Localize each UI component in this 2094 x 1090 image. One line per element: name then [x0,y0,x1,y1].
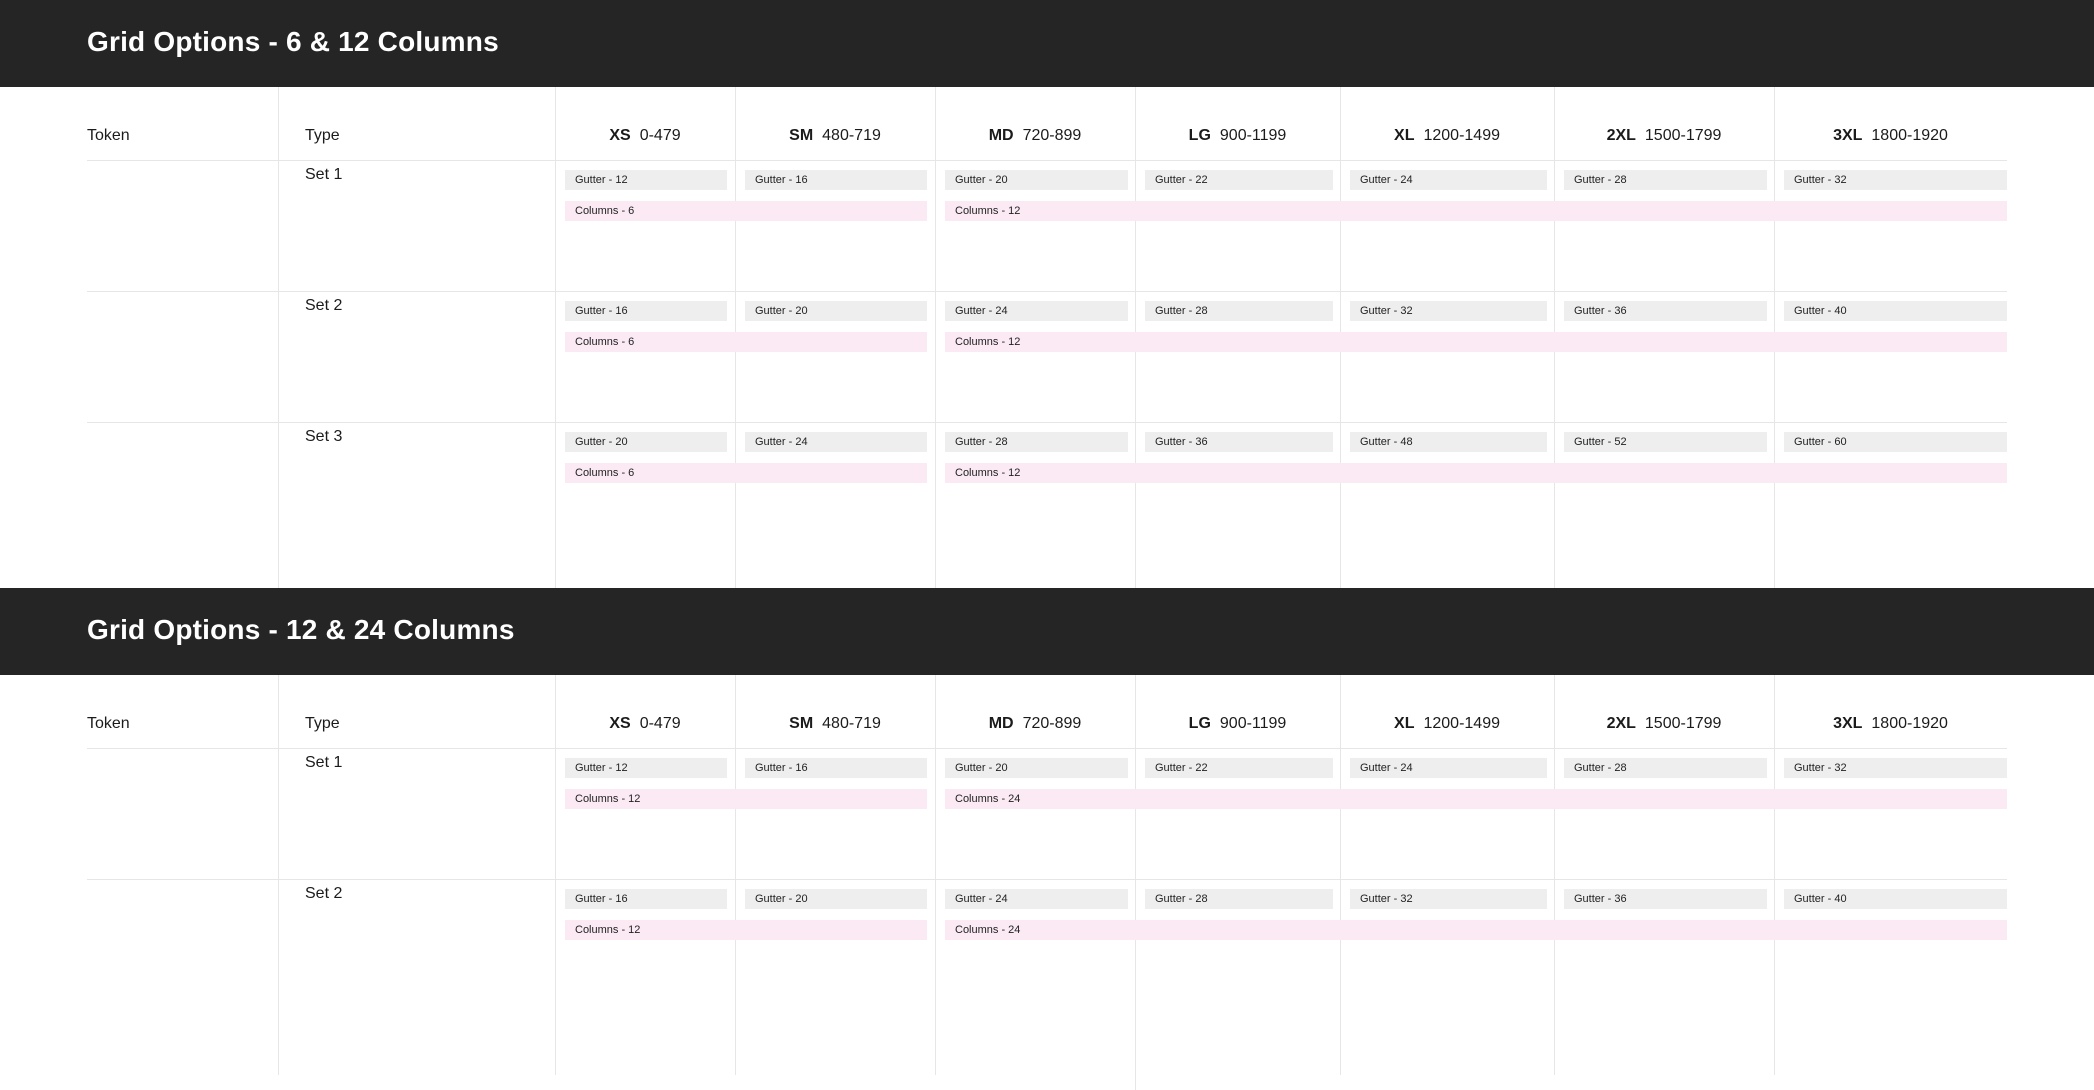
gutter-cell: Gutter - 12 [565,170,727,190]
gutter-cell: Gutter - 24 [1350,758,1547,778]
gutter-cell: Gutter - 28 [1564,758,1767,778]
column-divider [278,675,279,1075]
column-divider [935,87,936,588]
gutter-cell: Gutter - 36 [1564,301,1767,321]
token-header: Token [87,715,130,732]
gutter-cell: Gutter - 22 [1145,170,1333,190]
gutter-cell: Gutter - 28 [1145,301,1333,321]
gutter-cell: Gutter - 40 [1784,889,2007,909]
breakpoint-header-xl: XL 1200-1499 [1394,715,1500,732]
gutter-cell: Gutter - 24 [1350,170,1547,190]
columns-bar-large: Columns - 12 [945,463,2007,483]
gutter-cell: Gutter - 48 [1350,432,1547,452]
gutter-cell: Gutter - 32 [1784,758,2007,778]
gutter-cell: Gutter - 16 [745,170,927,190]
set-label: Set 1 [305,166,343,183]
breakpoint-header-lg: LG 900-1199 [1188,127,1287,144]
gutter-cell: Gutter - 40 [1784,301,2007,321]
columns-bar-small: Columns - 12 [565,789,927,809]
breakpoint-header-sm: SM 480-719 [789,127,881,144]
column-divider [1340,675,1341,1075]
breakpoint-header-3xl: 3XL 1800-1920 [1833,127,1948,144]
breakpoint-header-2xl: 2XL 1500-1799 [1606,127,1722,144]
row-divider [87,748,2007,749]
column-divider [1774,675,1775,1075]
columns-bar-large: Columns - 24 [945,920,2007,940]
grid-section-12-24: Grid Options - 12 & 24 Columns Token Typ… [0,588,2094,1090]
breakpoint-header-xs: XS 0-479 [609,127,681,144]
gutter-cell: Gutter - 28 [1564,170,1767,190]
gutter-cell: Gutter - 12 [565,758,727,778]
breakpoint-header-xl: XL 1200-1499 [1394,127,1500,144]
gutter-cell: Gutter - 28 [945,432,1128,452]
gutter-cell: Gutter - 36 [1564,889,1767,909]
gutter-cell: Gutter - 32 [1350,889,1547,909]
column-divider [555,675,556,1075]
breakpoint-header-md: MD 720-899 [988,715,1082,732]
gutter-cell: Gutter - 20 [745,889,927,909]
columns-bar-small: Columns - 6 [565,332,927,352]
gutter-cell: Gutter - 20 [945,170,1128,190]
gutter-cell: Gutter - 16 [745,758,927,778]
set-label: Set 2 [305,885,343,902]
breakpoint-header-sm: SM 480-719 [789,715,881,732]
row-divider [87,291,2007,292]
gutter-cell: Gutter - 24 [945,889,1128,909]
grid-section-6-12: Grid Options - 6 & 12 Columns Token Type… [0,0,2094,588]
row-divider [87,422,2007,423]
columns-bar-small: Columns - 12 [565,920,927,940]
type-header: Type [305,715,340,732]
columns-bar-small: Columns - 6 [565,463,927,483]
gutter-cell: Gutter - 20 [745,301,927,321]
gutter-cell: Gutter - 16 [565,889,727,909]
columns-bar-large: Columns - 12 [945,201,2007,221]
columns-bar-large: Columns - 24 [945,789,2007,809]
breakpoint-header-md: MD 720-899 [988,127,1082,144]
gutter-cell: Gutter - 16 [565,301,727,321]
set-label: Set 1 [305,754,343,771]
grid-table: Token Type XS 0-479 SM 480-719 MD 720-899 L… [0,87,2094,588]
gutter-cell: Gutter - 32 [1350,301,1547,321]
gutter-cell: Gutter - 22 [1145,758,1333,778]
column-divider [735,675,736,1075]
column-divider [935,675,936,1075]
section-title: Grid Options - 12 & 24 Columns [87,614,515,645]
gutter-cell: Gutter - 32 [1784,170,2007,190]
gutter-cell: Gutter - 28 [1145,889,1333,909]
row-divider [87,879,2007,880]
columns-bar-large: Columns - 12 [945,332,2007,352]
set-label: Set 3 [305,428,343,445]
section-banner: Grid Options - 12 & 24 Columns [0,588,2094,675]
gutter-cell: Gutter - 36 [1145,432,1333,452]
column-divider [1135,675,1136,1090]
breakpoint-header-xs: XS 0-479 [609,715,681,732]
gutter-cell: Gutter - 24 [745,432,927,452]
token-header: Token [87,127,130,144]
section-title: Grid Options - 6 & 12 Columns [87,26,499,57]
row-divider [87,160,2007,161]
gutter-cell: Gutter - 24 [945,301,1128,321]
column-divider [555,87,556,588]
gutter-cell: Gutter - 60 [1784,432,2007,452]
breakpoint-header-2xl: 2XL 1500-1799 [1606,715,1722,732]
grid-table: Token Type XS 0-479 SM 480-719 MD 720-899 L… [0,675,2094,1090]
breakpoint-header-lg: LG 900-1199 [1188,715,1287,732]
gutter-cell: Gutter - 52 [1564,432,1767,452]
columns-bar-small: Columns - 6 [565,201,927,221]
column-divider [278,87,279,588]
set-label: Set 2 [305,297,343,314]
gutter-cell: Gutter - 20 [945,758,1128,778]
gutter-cell: Gutter - 20 [565,432,727,452]
breakpoint-header-3xl: 3XL 1800-1920 [1833,715,1948,732]
column-divider [1554,675,1555,1075]
section-banner: Grid Options - 6 & 12 Columns [0,0,2094,87]
type-header: Type [305,127,340,144]
